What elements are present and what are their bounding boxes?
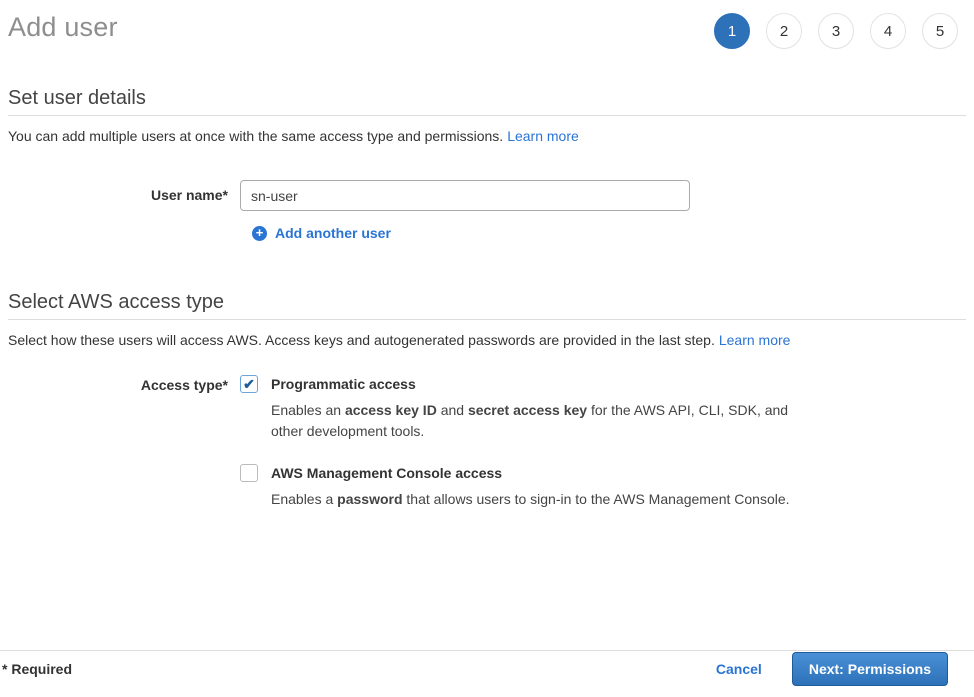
next-permissions-button[interactable]: Next: Permissions [792, 652, 948, 686]
section-access-type-description-text: Select how these users will access AWS. … [8, 332, 715, 348]
page-title: Add user [8, 12, 118, 43]
section-user-details-heading: Set user details [8, 87, 966, 116]
section-user-details-description-text: You can add multiple users at once with … [8, 128, 503, 144]
page-header: Add user 1 2 3 4 5 [0, 0, 974, 49]
programmatic-access-description: Enables an access key ID and secret acce… [271, 400, 799, 442]
footer-actions: Cancel Next: Permissions [716, 652, 948, 686]
plus-circle-icon: + [252, 226, 267, 241]
access-type-label: Access type* [8, 375, 240, 510]
add-another-user-label: Add another user [275, 225, 391, 241]
programmatic-access-content: Programmatic access Enables an access ke… [271, 375, 799, 442]
wizard-step-3: 3 [818, 13, 854, 49]
section-user-details-description: You can add multiple users at once with … [8, 128, 966, 144]
checkmark-icon: ✔ [243, 377, 255, 391]
user-name-row: User name* [8, 180, 966, 211]
desc-bold-text: password [337, 491, 402, 507]
wizard-step-1: 1 [714, 13, 750, 49]
wizard-step-indicator: 1 2 3 4 5 [714, 13, 958, 49]
wizard-step-2: 2 [766, 13, 802, 49]
access-type-learn-more-link[interactable]: Learn more [719, 332, 791, 348]
access-type-row: Access type* ✔ Programmatic access Enabl… [8, 375, 966, 510]
console-access-label[interactable]: AWS Management Console access [271, 464, 790, 482]
access-type-options: ✔ Programmatic access Enables an access … [240, 375, 799, 510]
user-details-learn-more-link[interactable]: Learn more [507, 128, 579, 144]
desc-text: Enables a [271, 491, 337, 507]
section-access-type-description: Select how these users will access AWS. … [8, 332, 966, 348]
console-access-checkbox[interactable] [240, 464, 258, 482]
user-name-input[interactable] [240, 180, 690, 211]
section-access-type-heading: Select AWS access type [8, 291, 966, 320]
console-access-description: Enables a password that allows users to … [271, 489, 790, 510]
console-access-content: AWS Management Console access Enables a … [271, 464, 790, 510]
wizard-footer: * Required Cancel Next: Permissions [0, 650, 974, 697]
programmatic-access-label[interactable]: Programmatic access [271, 375, 799, 393]
desc-bold-text: access key ID [345, 402, 437, 418]
wizard-step-4: 4 [870, 13, 906, 49]
desc-text: and [437, 402, 468, 418]
desc-text: Enables an [271, 402, 345, 418]
section-user-details: Set user details You can add multiple us… [8, 87, 966, 241]
option-console-access: AWS Management Console access Enables a … [240, 464, 799, 510]
desc-bold-text: secret access key [468, 402, 587, 418]
option-programmatic-access: ✔ Programmatic access Enables an access … [240, 375, 799, 442]
user-name-label: User name* [8, 180, 240, 211]
wizard-step-5: 5 [922, 13, 958, 49]
section-access-type: Select AWS access type Select how these … [8, 291, 966, 510]
required-note: * Required [2, 661, 72, 677]
programmatic-access-checkbox[interactable]: ✔ [240, 375, 258, 393]
cancel-button[interactable]: Cancel [716, 661, 762, 677]
add-another-user-button[interactable]: + Add another user [252, 225, 391, 241]
desc-text: that allows users to sign-in to the AWS … [403, 491, 790, 507]
